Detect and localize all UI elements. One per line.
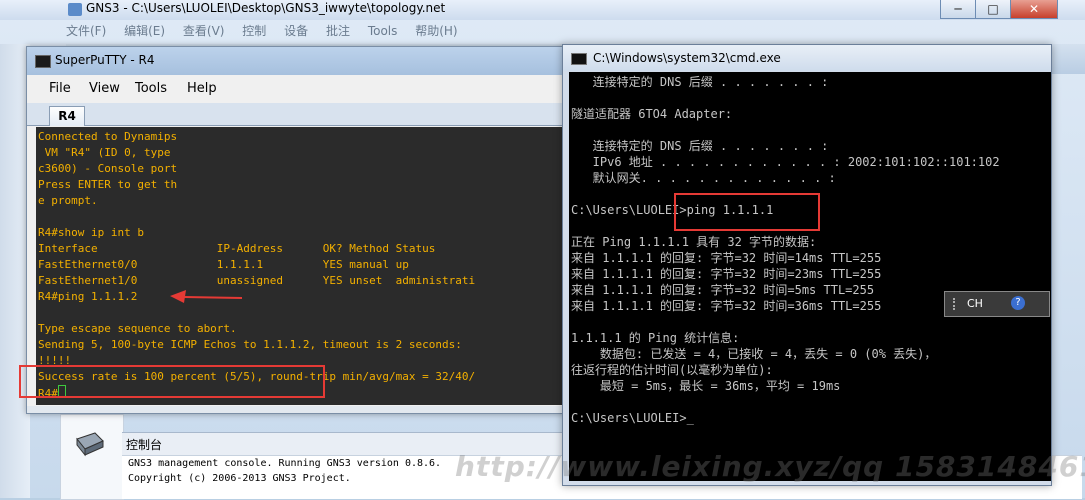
minimize-button[interactable]: ─	[940, 0, 976, 19]
menu-tools[interactable]: Tools	[135, 81, 167, 96]
menu-annotate[interactable]: 批注	[326, 22, 350, 39]
close-button[interactable]: ✕	[1010, 0, 1058, 19]
menu-file[interactable]: 文件(F)	[66, 22, 106, 39]
tab-r4[interactable]: R4	[49, 106, 85, 126]
menu-help[interactable]: 帮助(H)	[415, 22, 457, 39]
superputty-window: SuperPuTTY - R4 File View Tools Help R4 …	[26, 46, 565, 414]
cmd-output: 连接特定的 DNS 后缀 . . . . . . . : 隧道适配器 6TO4 …	[571, 75, 1000, 425]
superputty-menubar: File View Tools Help	[27, 76, 564, 102]
gns3-title-text: GNS3 - C:\Users\LUOLEI\Desktop\GNS3_iwwy…	[86, 1, 446, 15]
cmd-app-icon	[571, 53, 587, 65]
arrow-left-icon	[170, 290, 243, 303]
maximize-button[interactable]: □	[975, 0, 1011, 19]
menu-edit[interactable]: 编辑(E)	[124, 22, 165, 39]
superputty-title-text: SuperPuTTY - R4	[55, 53, 155, 67]
cmd-console[interactable]: 连接特定的 DNS 后缀 . . . . . . . : 隧道适配器 6TO4 …	[569, 72, 1051, 481]
gns3-app-icon	[68, 3, 82, 16]
menu-device[interactable]: 设备	[284, 22, 308, 39]
superputty-titlebar: SuperPuTTY - R4	[27, 47, 564, 75]
cmd-title-text: C:\Windows\system32\cmd.exe	[593, 51, 781, 65]
cmd-titlebar: C:\Windows\system32\cmd.exe	[563, 45, 1051, 71]
gns3-titlebar: GNS3 - C:\Users\LUOLEI\Desktop\GNS3_iwwy…	[0, 0, 1085, 20]
ime-language-bar[interactable]: CH ?	[944, 291, 1050, 317]
menu-help[interactable]: Help	[187, 81, 217, 96]
menu-view[interactable]: View	[89, 81, 120, 96]
terminal-output: Connected to Dynamips VM "R4" (ID 0, typ…	[38, 130, 476, 400]
help-icon[interactable]: ?	[1011, 296, 1025, 310]
console-title: 控制台	[126, 438, 163, 452]
superputty-tabstrip: R4	[27, 103, 564, 126]
gns3-menubar: 文件(F) 编辑(E) 查看(V) 控制 设备 批注 Tools 帮助(H)	[66, 22, 472, 44]
terminal-app-icon	[35, 55, 51, 68]
menu-tools[interactable]: Tools	[368, 24, 398, 38]
highlight-success-rate	[19, 365, 325, 398]
superputty-statusbar	[27, 406, 564, 413]
menu-view[interactable]: 查看(V)	[183, 22, 225, 39]
highlight-ping-command	[674, 193, 820, 231]
putty-terminal[interactable]: Connected to Dynamips VM "R4" (ID 0, typ…	[36, 127, 562, 405]
menu-control[interactable]: 控制	[242, 22, 266, 39]
device-panel	[60, 414, 124, 500]
ime-language-label[interactable]: CH	[967, 297, 983, 310]
grip-icon[interactable]	[953, 298, 961, 310]
menu-file[interactable]: File	[49, 81, 71, 96]
cmd-window: C:\Windows\system32\cmd.exe 连接特定的 DNS 后缀…	[562, 44, 1052, 486]
switch-device-icon[interactable]	[75, 431, 105, 457]
watermark: http://www.leixing.xyz/qq 1583148461237	[455, 450, 1085, 483]
